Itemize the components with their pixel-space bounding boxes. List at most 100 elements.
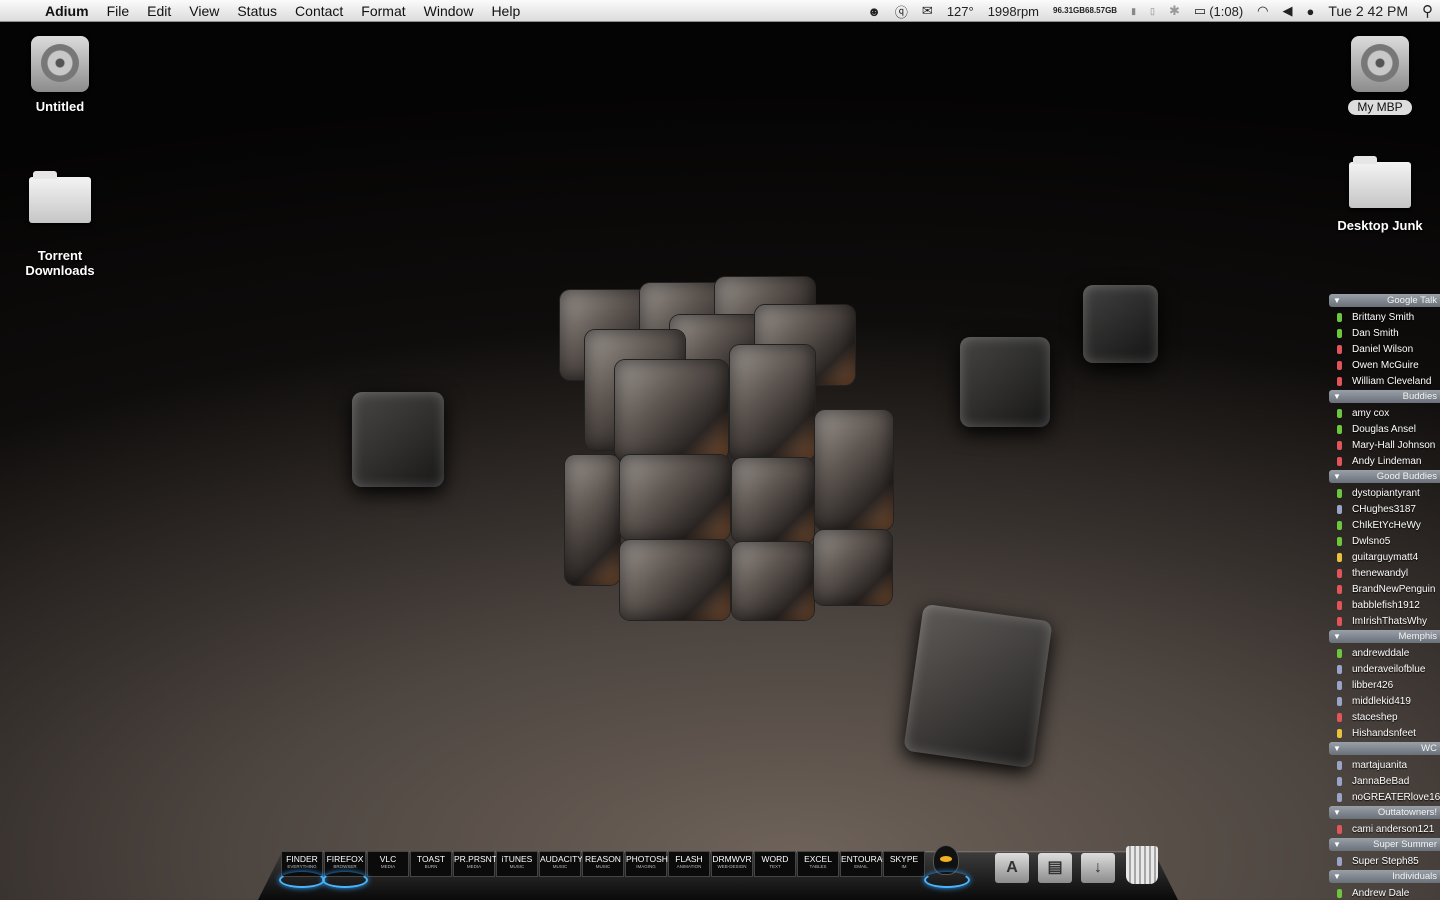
menu-edit[interactable]: Edit [138, 0, 180, 22]
quicksilver-icon[interactable]: ⓠ [895, 2, 908, 21]
buddy-row[interactable]: Hishandsnfeet [1329, 725, 1440, 741]
clock[interactable]: Tue 2 42 PM [1328, 3, 1408, 19]
dock-app-drmwvr[interactable]: DRMWVR WEB-DESIGN [711, 851, 753, 877]
buddy-group-header[interactable]: ▼ WC [1329, 742, 1440, 755]
fan-readout[interactable]: 1998rpm [988, 4, 1039, 19]
status-icon [1337, 520, 1342, 530]
buddy-group-header[interactable]: ▼ Buddies [1329, 390, 1440, 403]
buddy-group-header[interactable]: ▼ Good Buddies [1329, 470, 1440, 483]
buddy-row[interactable]: Douglas Ansel [1329, 421, 1440, 437]
buddy-row[interactable]: staceshep [1329, 709, 1440, 725]
buddy-group-header[interactable]: ▼ Memphis [1329, 630, 1440, 643]
disclosure-triangle-icon[interactable]: ▼ [1333, 872, 1341, 881]
buddy-row[interactable]: guitarguymatt4 [1329, 549, 1440, 565]
desktop-icon-my-mbp[interactable]: My MBP [1320, 36, 1440, 115]
buddy-group-header[interactable]: ▼ Outtatowners! [1329, 806, 1440, 819]
dock-app-flash[interactable]: FLASH ANIMATION [668, 851, 710, 877]
buddy-row[interactable]: middlekid419 [1329, 693, 1440, 709]
wifi-icon[interactable]: ◠ [1257, 3, 1268, 19]
bluetooth-icon[interactable]: ✱ [1169, 3, 1180, 19]
disclosure-triangle-icon[interactable]: ▼ [1333, 840, 1341, 849]
dock-app-reason[interactable]: REASON MUSIC [582, 851, 624, 877]
battery-time[interactable]: (1:08) [1209, 4, 1243, 19]
dock-app-itunes[interactable]: iTUNES MUSIC [496, 851, 538, 877]
disclosure-triangle-icon[interactable]: ▼ [1333, 472, 1341, 481]
buddy-row[interactable]: noGREATERlove16 [1329, 789, 1440, 805]
buddy-row[interactable]: Daniel Wilson [1329, 341, 1440, 357]
desktop-icon-torrent-downloads[interactable]: Torrent Downloads [0, 150, 120, 278]
buddy-row[interactable]: Andrew Dale [1329, 885, 1440, 900]
dock-app-photoshp[interactable]: PHOTOSHP IMAGING [625, 851, 674, 877]
disclosure-triangle-icon[interactable]: ▼ [1333, 808, 1341, 817]
buddy-row[interactable]: dystopiantyrant [1329, 485, 1440, 501]
buddy-row[interactable]: CHughes3187 [1329, 501, 1440, 517]
buddy-row[interactable]: Super Steph85 [1329, 853, 1440, 869]
disclosure-triangle-icon[interactable]: ▼ [1333, 296, 1341, 305]
app-menu[interactable]: Adium [36, 0, 98, 22]
status-icon [1337, 536, 1342, 546]
battery-icon[interactable]: ▭ [1194, 3, 1206, 19]
mail-icon[interactable]: ✉ [922, 3, 933, 19]
menu-help[interactable]: Help [482, 0, 529, 22]
buddy-group-header[interactable]: ▼ Google Talk [1329, 294, 1440, 307]
buddy-group-header[interactable]: ▼ Super Summer [1329, 838, 1440, 851]
dock-app-entourage[interactable]: ENTOURAGE EMAIL [840, 851, 895, 877]
dock-app-pr-prsntr[interactable]: PR.PRSNTR MEDIA [453, 851, 503, 877]
buddy-row[interactable]: ImIrishThatsWhy [1329, 613, 1440, 629]
user-icon[interactable]: ● [1307, 4, 1315, 19]
buddy-row[interactable]: libber426 [1329, 677, 1440, 693]
menu-window[interactable]: Window [415, 0, 483, 22]
buddy-row[interactable]: babblefish1912 [1329, 597, 1440, 613]
dock-app-sublabel: BROWSER [333, 864, 357, 869]
buddy-row[interactable]: martajuanita [1329, 757, 1440, 773]
buddy-row[interactable]: ChIkEtYcHeWy [1329, 517, 1440, 533]
dock-app-excel[interactable]: EXCEL TABLES [797, 851, 839, 877]
buddy-row[interactable]: Dan Smith [1329, 325, 1440, 341]
buddy-row[interactable]: JannaBeBad [1329, 773, 1440, 789]
spotlight-icon[interactable]: ⚲ [1422, 2, 1433, 20]
dock-app-word[interactable]: WORD TEXT [754, 851, 796, 877]
downloads-stack-icon[interactable]: ↓ [1081, 853, 1115, 883]
disclosure-triangle-icon[interactable]: ▼ [1333, 744, 1341, 753]
buddy-row[interactable]: BrandNewPenguin [1329, 581, 1440, 597]
applications-stack-icon[interactable]: A [995, 853, 1029, 883]
buddy-row[interactable]: Brittany Smith [1329, 309, 1440, 325]
menu-file[interactable]: File [98, 0, 139, 22]
dock-app-toast[interactable]: TOAST BURN [410, 851, 452, 877]
disclosure-triangle-icon[interactable]: ▼ [1333, 392, 1341, 401]
adium-duck-icon[interactable] [933, 845, 959, 875]
memory-meter-icon[interactable]: ▮ [1131, 6, 1136, 17]
buddy-row[interactable]: Owen McGuire [1329, 357, 1440, 373]
buddy-row[interactable]: thenewandyl [1329, 565, 1440, 581]
dock-app-vlc[interactable]: VLC MEDIA [367, 851, 409, 877]
dock-app-skype[interactable]: SKYPE IM [883, 851, 925, 877]
running-indicator [924, 872, 970, 888]
buddy-row[interactable]: cami anderson121 [1329, 821, 1440, 837]
desktop-icon-untitled[interactable]: Untitled [0, 36, 120, 114]
disk-readout[interactable]: 96.31GB 68.57GB [1053, 7, 1117, 15]
disclosure-triangle-icon[interactable]: ▼ [1333, 632, 1341, 641]
buddy-group-header[interactable]: ▼ Individuals [1329, 870, 1440, 883]
buddy-row[interactable]: underaveilofblue [1329, 661, 1440, 677]
trash-icon[interactable] [1126, 846, 1158, 884]
buddy-row[interactable]: andrewddale [1329, 645, 1440, 661]
buddy-group-name: Super Summer [1373, 839, 1437, 850]
desktop-icon-desktop-junk[interactable]: Desktop Junk [1320, 150, 1440, 233]
buddy-row[interactable]: Andy Lindeman [1329, 453, 1440, 469]
menu-status[interactable]: Status [228, 0, 286, 22]
dock-app-sublabel: IMAGING [636, 864, 656, 869]
buddy-row[interactable]: Dwlsno5 [1329, 533, 1440, 549]
buddy-row[interactable]: amy cox [1329, 405, 1440, 421]
temperature-readout[interactable]: 127° [947, 4, 974, 19]
dock-app-audacity[interactable]: AUDACITY MUSIC [539, 851, 583, 877]
volume-icon[interactable]: ◀ [1283, 3, 1293, 19]
menu-view[interactable]: View [180, 0, 228, 22]
menu-contact[interactable]: Contact [286, 0, 352, 22]
alien-icon[interactable]: ☻ [867, 4, 881, 19]
buddy-row[interactable]: Mary-Hall Johnson [1329, 437, 1440, 453]
cpu-meter-icon[interactable]: ▯ [1150, 6, 1155, 17]
menu-format[interactable]: Format [352, 0, 414, 22]
buddy-name: CHughes3187 [1352, 503, 1416, 515]
buddy-row[interactable]: William Cleveland [1329, 373, 1440, 389]
documents-stack-icon[interactable]: ▤ [1038, 853, 1072, 883]
